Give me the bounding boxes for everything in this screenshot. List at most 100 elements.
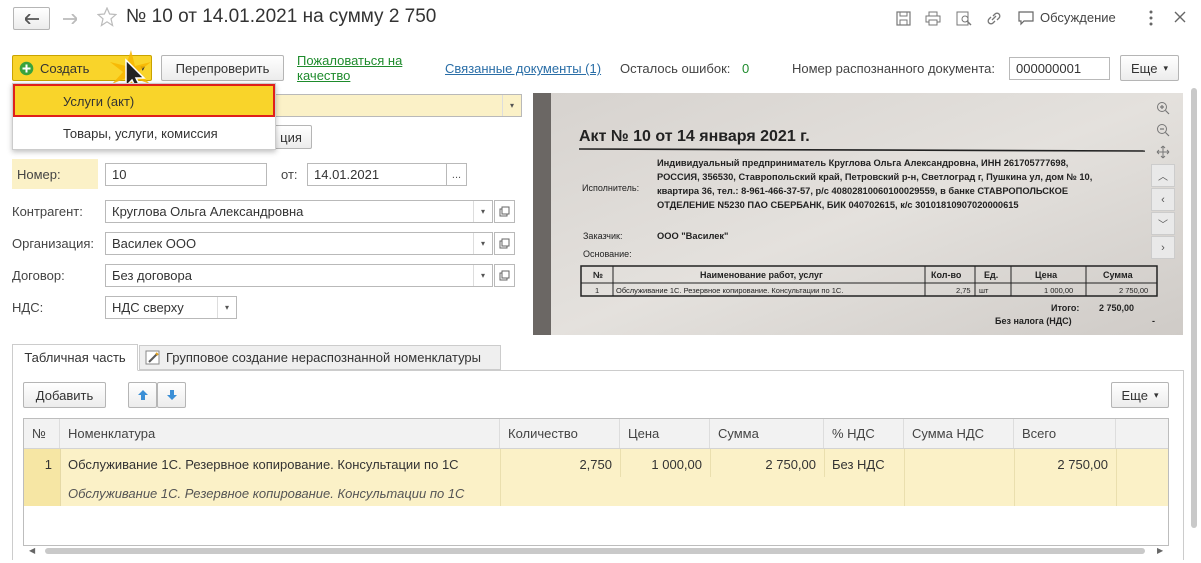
hidden-action-button-label: ция [280, 129, 302, 145]
zoom-out-icon[interactable] [1151, 119, 1175, 141]
chevron-down-icon[interactable]: ▾ [217, 297, 236, 318]
column-header-vat-rate[interactable]: % НДС [824, 419, 904, 448]
contract-open-button[interactable] [494, 264, 515, 287]
vat-select[interactable]: НДС сверху ▾ [105, 296, 237, 319]
preview-icon[interactable] [956, 11, 972, 26]
vertical-scrollbar[interactable] [1190, 80, 1198, 550]
menu-item-services-act[interactable]: Услуги (акт) [13, 84, 275, 117]
table-row[interactable]: 1 Обслуживание 1С. Резервное копирование… [24, 449, 1168, 506]
discussion-icon[interactable] [1018, 11, 1034, 26]
scan-executor-line: Индивидуальный предприниматель Круглова … [657, 158, 1068, 168]
chevron-left-icon[interactable]: ‹ [1151, 188, 1175, 211]
recheck-button[interactable]: Перепроверить [161, 55, 284, 81]
arrow-up-icon [137, 389, 149, 401]
scan-title: Акт № 10 от 14 января 2021 г. [579, 128, 810, 145]
column-divider [904, 449, 905, 506]
column-header-n[interactable]: № [24, 419, 60, 448]
scan-td: 1 000,00 [1044, 286, 1073, 295]
discussion-link[interactable]: Обсуждение [1040, 10, 1116, 25]
scroll-left-icon[interactable]: ◀ [29, 546, 35, 555]
horizontal-scrollbar-thumb[interactable] [45, 548, 1145, 554]
move-down-button[interactable] [157, 382, 186, 408]
save-icon[interactable] [896, 11, 911, 26]
chevron-down-icon[interactable]: ▾ [473, 265, 492, 286]
chevron-down-icon[interactable]: ▾ [473, 233, 492, 254]
scan-no-vat-value: - [1152, 316, 1155, 326]
forward-button[interactable] [54, 7, 86, 30]
items-table: № Номенклатура Количество Цена Сумма % Н… [23, 418, 1169, 546]
column-divider [620, 449, 621, 477]
table-more-button[interactable]: Еще ▾ [1111, 382, 1169, 408]
contract-label: Договор: [12, 268, 65, 283]
scan-th: № [593, 270, 603, 280]
chevron-down-icon[interactable]: ﹀ [1151, 212, 1175, 235]
more-button[interactable]: Еще ▾ [1120, 55, 1179, 81]
complain-link[interactable]: Пожаловаться на качество [297, 53, 402, 83]
chevron-down-icon[interactable]: ▾ [473, 201, 492, 222]
print-icon[interactable] [925, 11, 941, 26]
chevron-right-icon[interactable]: › [1151, 236, 1175, 259]
counterparty-label: Контрагент: [12, 204, 83, 219]
table-more-label: Еще [1121, 387, 1148, 403]
open-window-icon [499, 270, 510, 281]
row-quantity: 2,750 [579, 457, 612, 472]
plus-circle-icon [19, 61, 34, 76]
scan-customer-label: Заказчик: [583, 231, 622, 241]
back-button[interactable] [13, 7, 50, 30]
zoom-in-icon[interactable] [1151, 97, 1175, 119]
chevron-down-icon[interactable]: ▾ [502, 95, 521, 116]
column-divider [1116, 449, 1117, 506]
number-input[interactable]: 10 [105, 163, 267, 186]
date-input[interactable]: 14.01.2021 [307, 163, 447, 186]
operation-field[interactable]: ▾ [270, 94, 522, 117]
menu-item-label: Товары, услуги, комиссия [63, 126, 218, 141]
fit-icon[interactable] [1151, 141, 1175, 163]
horizontal-scrollbar[interactable]: ◀ ▶ [23, 546, 1169, 556]
chevron-down-icon: ▾ [1163, 62, 1168, 73]
scan-preview: Акт № 10 от 14 января 2021 г. Исполнител… [533, 93, 1183, 335]
move-up-button[interactable] [128, 382, 157, 408]
close-icon[interactable] [1174, 11, 1186, 23]
column-header-quantity[interactable]: Количество [500, 419, 620, 448]
more-vertical-icon[interactable] [1148, 10, 1154, 26]
scroll-right-icon[interactable]: ▶ [1157, 546, 1163, 555]
tab-table-part[interactable]: Табличная часть [12, 344, 138, 371]
vat-label: НДС: [12, 300, 44, 315]
add-button[interactable]: Добавить [23, 382, 106, 408]
vertical-scrollbar-thumb[interactable] [1191, 88, 1197, 528]
column-header-total[interactable]: Всего [1014, 419, 1116, 448]
scan-executor-line: РОССИЯ, 356530, Ставропольский край, Пет… [657, 172, 1092, 182]
create-button-label: Создать [40, 60, 90, 76]
date-label: от: [281, 167, 298, 182]
arrow-left-icon [24, 13, 39, 24]
link-icon[interactable] [986, 11, 1002, 26]
counterparty-input[interactable]: Круглова Ольга Александровна ▾ [105, 200, 493, 223]
column-divider [500, 449, 501, 506]
column-header-sum[interactable]: Сумма [710, 419, 824, 448]
organization-open-button[interactable] [494, 232, 515, 255]
counterparty-value: Круглова Ольга Александровна [112, 204, 304, 219]
scan-th: Цена [1035, 270, 1058, 280]
scan-td: 2,75 [956, 286, 971, 295]
date-picker-button[interactable]: ... [446, 163, 467, 186]
tab-label: Групповое создание нераспознанной номенк… [166, 350, 482, 365]
menu-item-goods-services[interactable]: Товары, услуги, комиссия [13, 119, 275, 149]
row-sum: 2 750,00 [765, 457, 816, 472]
column-header-nomenclature[interactable]: Номенклатура [60, 419, 500, 448]
favorite-star-icon[interactable] [97, 7, 117, 27]
organization-input[interactable]: Василек ООО ▾ [105, 232, 493, 255]
chevron-up-icon[interactable]: ︿ [1151, 164, 1175, 187]
column-header-vat-sum[interactable]: Сумма НДС [904, 419, 1014, 448]
counterparty-open-button[interactable] [494, 200, 515, 223]
tab-group-create[interactable]: Групповое создание нераспознанной номенк… [139, 345, 501, 370]
scan-customer-value: ООО "Василек" [657, 231, 728, 241]
row-total: 2 750,00 [1057, 457, 1108, 472]
related-documents-link[interactable]: Связанные документы (1) [445, 61, 601, 76]
complain-link-line1: Пожаловаться на [297, 53, 403, 68]
row-nomenclature-sub: Обслуживание 1С. Резервное копирование. … [68, 486, 465, 501]
column-header-price[interactable]: Цена [620, 419, 710, 448]
scan-basis-label: Основание: [583, 249, 632, 259]
scan-th: Ед. [984, 270, 998, 280]
recognized-doc-input[interactable]: 000000001 [1009, 57, 1110, 80]
contract-input[interactable]: Без договора ▾ [105, 264, 493, 287]
